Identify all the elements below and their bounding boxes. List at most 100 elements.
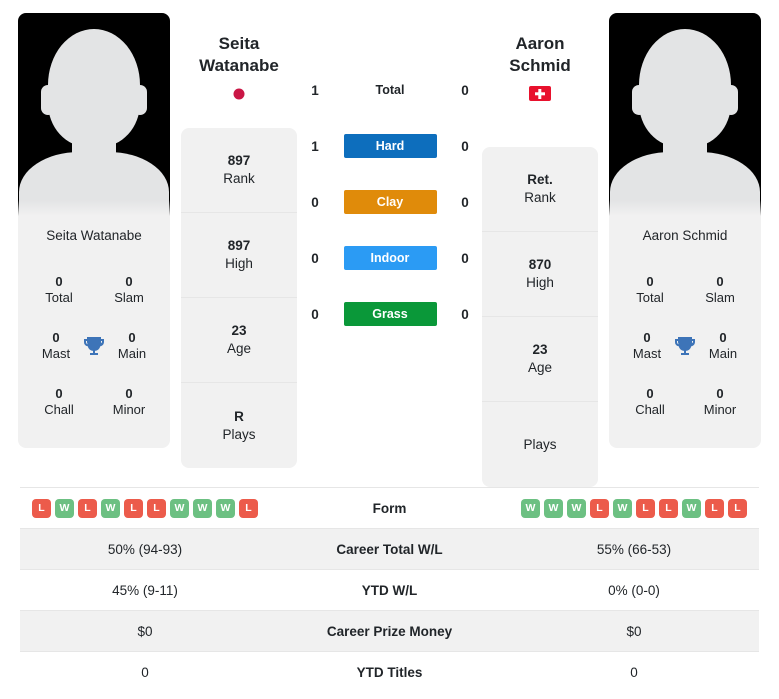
table-cell-right: 0 xyxy=(630,664,638,680)
surface-pill-indoor[interactable]: Indoor xyxy=(343,246,437,270)
counter-chall-left: 0 Chall xyxy=(30,386,88,419)
stat-value: R xyxy=(234,408,244,424)
h2h-right-score: 0 xyxy=(461,194,469,210)
counter-value: 0 xyxy=(125,273,133,289)
counter-value: 0 xyxy=(643,329,651,345)
player-last-name-right: Schmid xyxy=(509,56,571,76)
form-badge-win: W xyxy=(567,498,586,518)
counter-chall-right: 0 Chall xyxy=(621,386,679,419)
stat-value: 870 xyxy=(528,257,552,273)
avatar-ear-right-icon xyxy=(133,85,147,115)
form-badge-win: W xyxy=(521,498,540,518)
flag-wrapper-right xyxy=(480,86,600,102)
counter-label: Total xyxy=(45,290,73,306)
form-strip-left: LWLWLLWWWL xyxy=(20,498,270,518)
h2h-row-indoor: 0 Indoor 0 xyxy=(300,230,480,286)
form-badge-win: W xyxy=(682,498,701,518)
counter-value: 0 xyxy=(719,329,727,345)
counter-total-left: 0 Total xyxy=(30,274,88,307)
stat-rank-left: 897 Rank xyxy=(181,128,297,213)
counter-value: 0 xyxy=(646,273,654,289)
player-photo-left xyxy=(18,13,170,216)
counter-slam-right: 0 Slam xyxy=(691,274,749,307)
titles-counters-right: 0 Total 0 Slam 0 Mast 0 Main 0 Chall 0 M… xyxy=(609,258,761,448)
h2h-left-score: 1 xyxy=(311,82,319,98)
counter-main-left: 0 Main xyxy=(106,330,158,363)
counter-label: Minor xyxy=(703,402,737,418)
counter-value: 0 xyxy=(52,329,60,345)
form-badge-loss: L xyxy=(728,498,747,518)
counter-value: 0 xyxy=(55,273,63,289)
counter-row: 0 Chall 0 Minor xyxy=(609,374,761,430)
counter-minor-left: 0 Minor xyxy=(100,386,158,419)
h2h-label-wrapper: Hard xyxy=(330,134,450,158)
form-badge-win: W xyxy=(55,498,74,518)
table-cell-left: 45% (9-11) xyxy=(112,582,178,598)
form-badge-win: W xyxy=(193,498,212,518)
table-row-label: Career Prize Money xyxy=(326,623,453,639)
surface-pill-hard[interactable]: Hard xyxy=(343,134,437,158)
form-badges-right: WWWLWLLWLL xyxy=(509,498,759,518)
counter-total-right: 0 Total xyxy=(621,274,679,307)
player-first-name-left: Seita xyxy=(218,34,260,53)
h2h-label-wrapper: Grass xyxy=(330,302,450,326)
surface-pill-grass[interactable]: Grass xyxy=(343,302,437,326)
h2h-label-wrapper: Indoor xyxy=(330,246,450,270)
stat-label: High xyxy=(225,256,253,271)
h2h-right-score: 0 xyxy=(461,82,469,98)
stat-label: Rank xyxy=(524,190,556,205)
h2h-row-grass: 0 Grass 0 xyxy=(300,286,480,342)
form-badge-win: W xyxy=(216,498,235,518)
counter-value: 0 xyxy=(716,273,724,289)
player-stats-card-left: 897 Rank 897 High 23 Age R Plays xyxy=(181,128,297,468)
counter-row: 0 Total 0 Slam xyxy=(18,262,170,318)
photo-fade-overlay xyxy=(18,200,170,216)
titles-counters-left: 0 Total 0 Slam 0 Mast 0 Main 0 Chall 0 M… xyxy=(18,258,170,448)
table-cell-left: $0 xyxy=(137,623,153,639)
table-cell-right: $0 xyxy=(626,623,642,639)
table-row-career-total-wl: 50% (94-93) Career Total W/L 55% (66-53) xyxy=(20,528,759,569)
player-header-left: Seita Watanabe xyxy=(179,33,299,102)
form-badge-loss: L xyxy=(659,498,678,518)
stat-label: High xyxy=(526,275,554,290)
counter-label: Mast xyxy=(41,346,71,362)
table-row-label: Career Total W/L xyxy=(336,541,443,557)
flag-wrapper-left xyxy=(179,86,299,102)
form-badge-loss: L xyxy=(590,498,609,518)
counter-row: 0 Mast 0 Main xyxy=(18,318,170,374)
avatar-ear-left-icon xyxy=(632,85,646,115)
form-badge-win: W xyxy=(101,498,120,518)
form-badge-loss: L xyxy=(32,498,51,518)
stat-value: 23 xyxy=(231,323,247,339)
comparison-table: LWLWLLWWWL Form WWWLWLLWLL 50% (94-93) C… xyxy=(20,487,759,692)
table-cell-left: 50% (94-93) xyxy=(107,541,183,557)
h2h-label-wrapper: Total xyxy=(330,83,450,97)
table-cell-left: 0 xyxy=(141,664,149,680)
h2h-right-score: 0 xyxy=(461,250,469,266)
stat-label: Plays xyxy=(222,426,256,442)
stat-plays-left: R Plays xyxy=(181,383,297,468)
counter-label: Mast xyxy=(632,346,662,362)
form-badge-win: W xyxy=(613,498,632,518)
counter-value: 0 xyxy=(128,329,136,345)
counter-label: Slam xyxy=(705,290,735,306)
counter-label: Main xyxy=(117,346,147,362)
avatar-head-icon xyxy=(48,29,140,147)
surface-pill-clay[interactable]: Clay xyxy=(343,190,437,214)
counter-label: Total xyxy=(636,290,664,306)
form-badges-left: LWLWLLWWWL xyxy=(20,498,270,518)
table-row-label: YTD W/L xyxy=(361,582,418,598)
player-card-right[interactable]: Aaron Schmid 0 Total 0 Slam 0 Mast 0 Mai… xyxy=(609,13,761,449)
player-first-name-right: Aaron xyxy=(515,34,565,53)
form-badge-loss: L xyxy=(636,498,655,518)
player-header-right: Aaron Schmid xyxy=(480,33,600,102)
form-badge-win: W xyxy=(544,498,563,518)
table-cell-right: 55% (66-53) xyxy=(596,541,672,557)
counter-main-right: 0 Main xyxy=(697,330,749,363)
h2h-row-total: 1 Total 0 xyxy=(300,62,480,118)
stat-high-right: 870 High xyxy=(482,232,598,317)
player-card-left[interactable]: Seita Watanabe 0 Total 0 Slam 0 Mast 0 M… xyxy=(18,13,170,449)
counter-label: Chall xyxy=(44,402,74,418)
switzerland-flag-icon xyxy=(529,86,551,102)
h2h-right-score: 0 xyxy=(461,306,469,322)
